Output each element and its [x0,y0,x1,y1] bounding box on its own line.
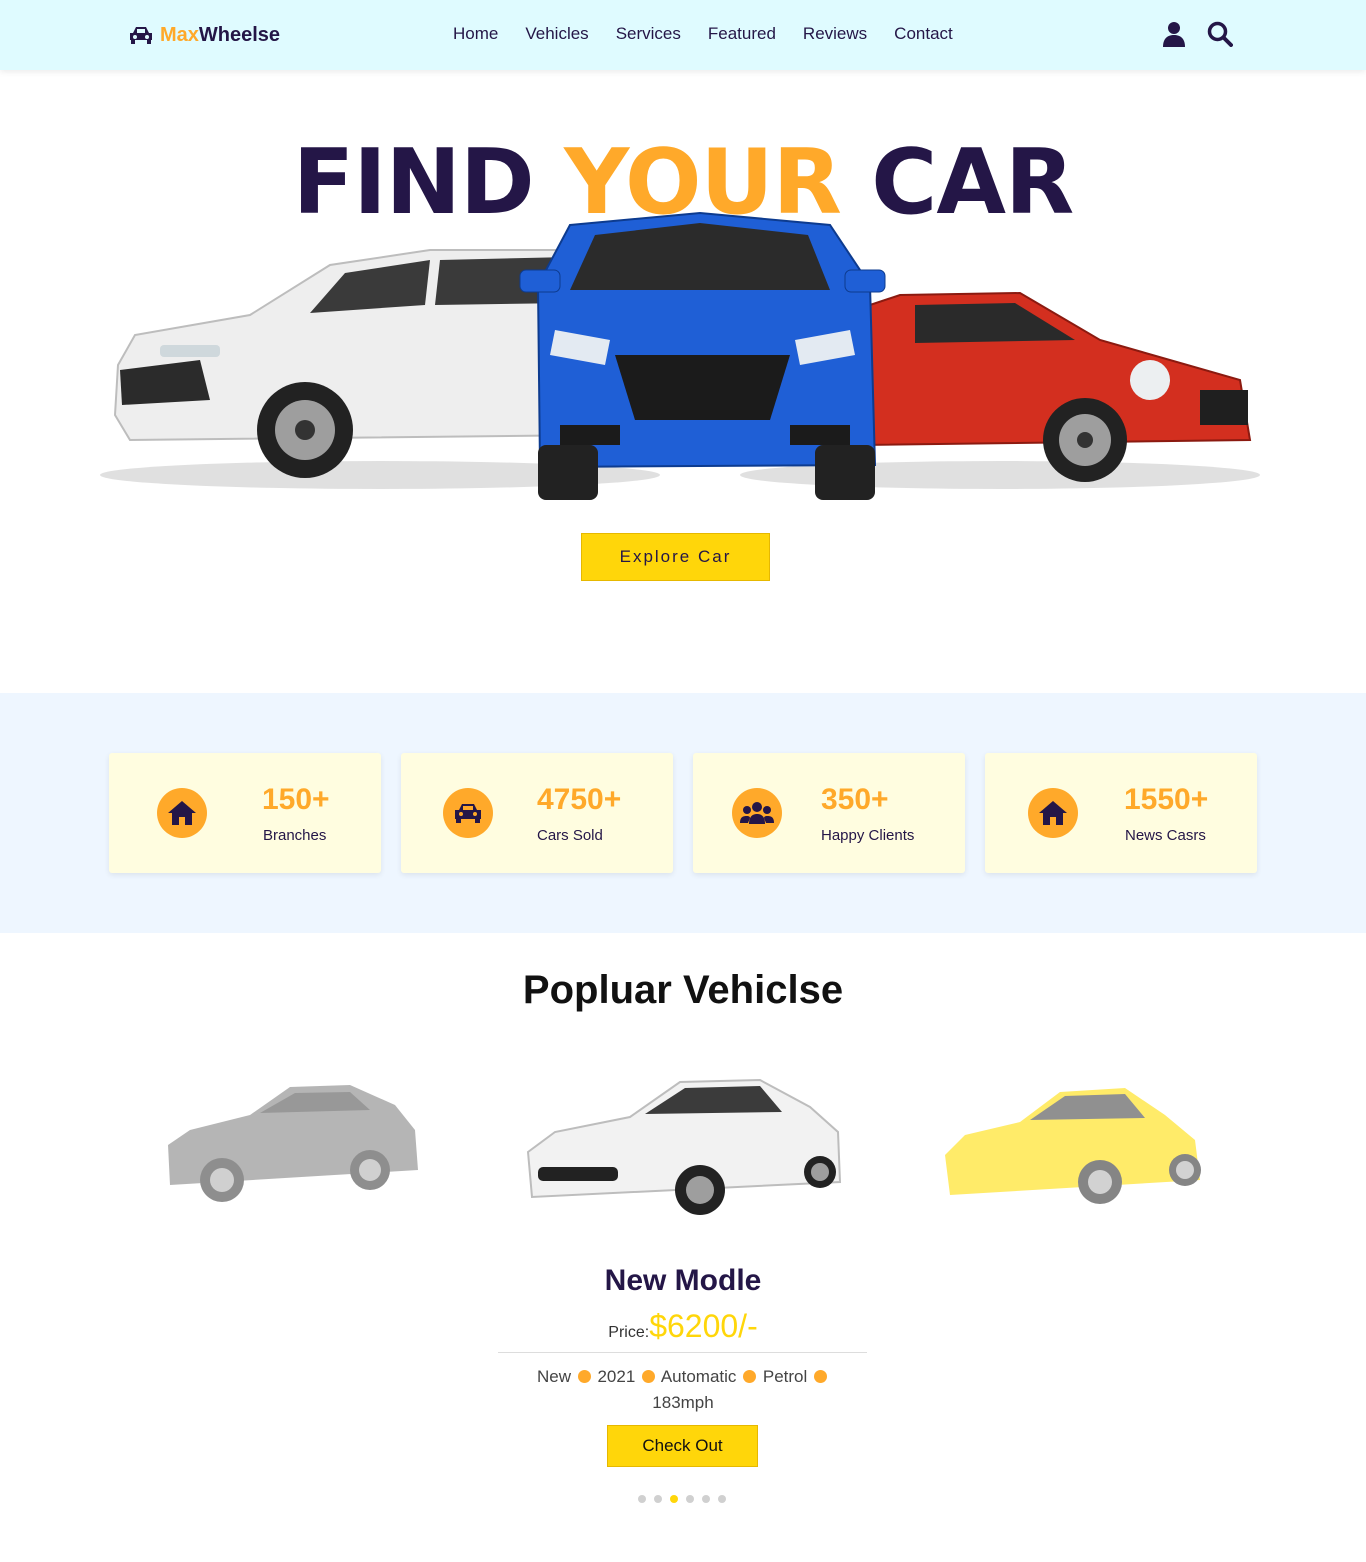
stat-value: 1550+ [1124,783,1209,816]
stat-value: 150+ [262,783,330,816]
nav-reviews[interactable]: Reviews [803,24,867,44]
home-icon [157,788,207,838]
spec-condition: New [536,1367,571,1386]
spec-fuel: Petrol [762,1367,808,1386]
main-nav: Home Vehicles Services Featured Reviews … [453,24,953,44]
search-icon[interactable] [1207,21,1233,47]
vehicle-specs: New 2021 Automatic Petrol 183mph [518,1364,848,1416]
stat-value: 4750+ [537,783,622,816]
popular-title-word-2: Vehiclse [682,968,844,1012]
pagination-dot[interactable] [654,1495,662,1503]
users-icon [732,788,782,838]
logo-max: Max [160,23,199,46]
stat-card-news-cars: 1550+ News Casrs [985,753,1257,873]
divider [498,1352,867,1353]
spec-transmission: Automatic [660,1367,737,1386]
vehicle-price: Price:$6200/- [0,1308,1366,1345]
stat-label: Cars Sold [537,827,603,844]
blue-suv [519,211,886,500]
pagination-dot[interactable] [638,1495,646,1503]
popular-title-word-1: Popluar [522,968,672,1012]
nav-home[interactable]: Home [453,24,498,44]
nav-services[interactable]: Services [616,24,681,44]
pagination-dot-active[interactable] [670,1495,678,1503]
slide-car-active[interactable] [520,1072,845,1217]
site-header: MaxWheelse Home Vehicles Services Featur… [0,0,1366,70]
explore-car-button[interactable]: Explore Car [581,533,770,581]
slider-pagination [638,1495,726,1503]
dot-separator [814,1370,828,1383]
stat-label: Happy Clients [821,827,915,844]
dot-separator [642,1370,656,1383]
stats-section: 150+ Branches 4750+ Cars Sold 350+ Happy… [0,693,1366,933]
logo[interactable]: MaxWheelse [128,22,280,48]
pagination-dot[interactable] [686,1495,694,1503]
header-icons [1162,21,1233,47]
hero-cars-image [100,211,1260,500]
nav-contact[interactable]: Contact [894,24,953,44]
stat-card-cars-sold: 4750+ Cars Sold [401,753,673,873]
red-sedan [839,291,1252,482]
pagination-dot[interactable] [702,1495,710,1503]
stat-card-happy-clients: 350+ Happy Clients [693,753,965,873]
price-value: $6200/- [649,1308,758,1344]
vehicle-model-title: New Modle [604,1264,762,1297]
nav-vehicles[interactable]: Vehicles [525,24,588,44]
popular-section-title: Popluar Vehiclse [0,968,1366,1013]
check-out-button[interactable]: Check Out [607,1425,758,1467]
logo-wheelse: Wheelse [198,23,281,46]
pagination-dot[interactable] [718,1495,726,1503]
slide-car-prev[interactable] [160,1075,425,1210]
slide-car-next[interactable] [940,1080,1205,1210]
stat-value: 350+ [821,783,889,816]
home-icon [1028,788,1078,838]
dot-separator [577,1370,591,1383]
spec-year: 2021 [597,1367,636,1386]
user-icon[interactable] [1162,21,1186,47]
car-icon [443,788,493,838]
stat-label: Branches [263,827,327,844]
dot-separator [743,1370,757,1383]
stat-card-branches: 150+ Branches [109,753,381,873]
car-icon [130,27,152,44]
price-label: Price: [608,1324,650,1341]
spec-speed: 183mph [652,1393,714,1412]
stat-label: News Casrs [1125,827,1206,844]
nav-featured[interactable]: Featured [708,24,776,44]
